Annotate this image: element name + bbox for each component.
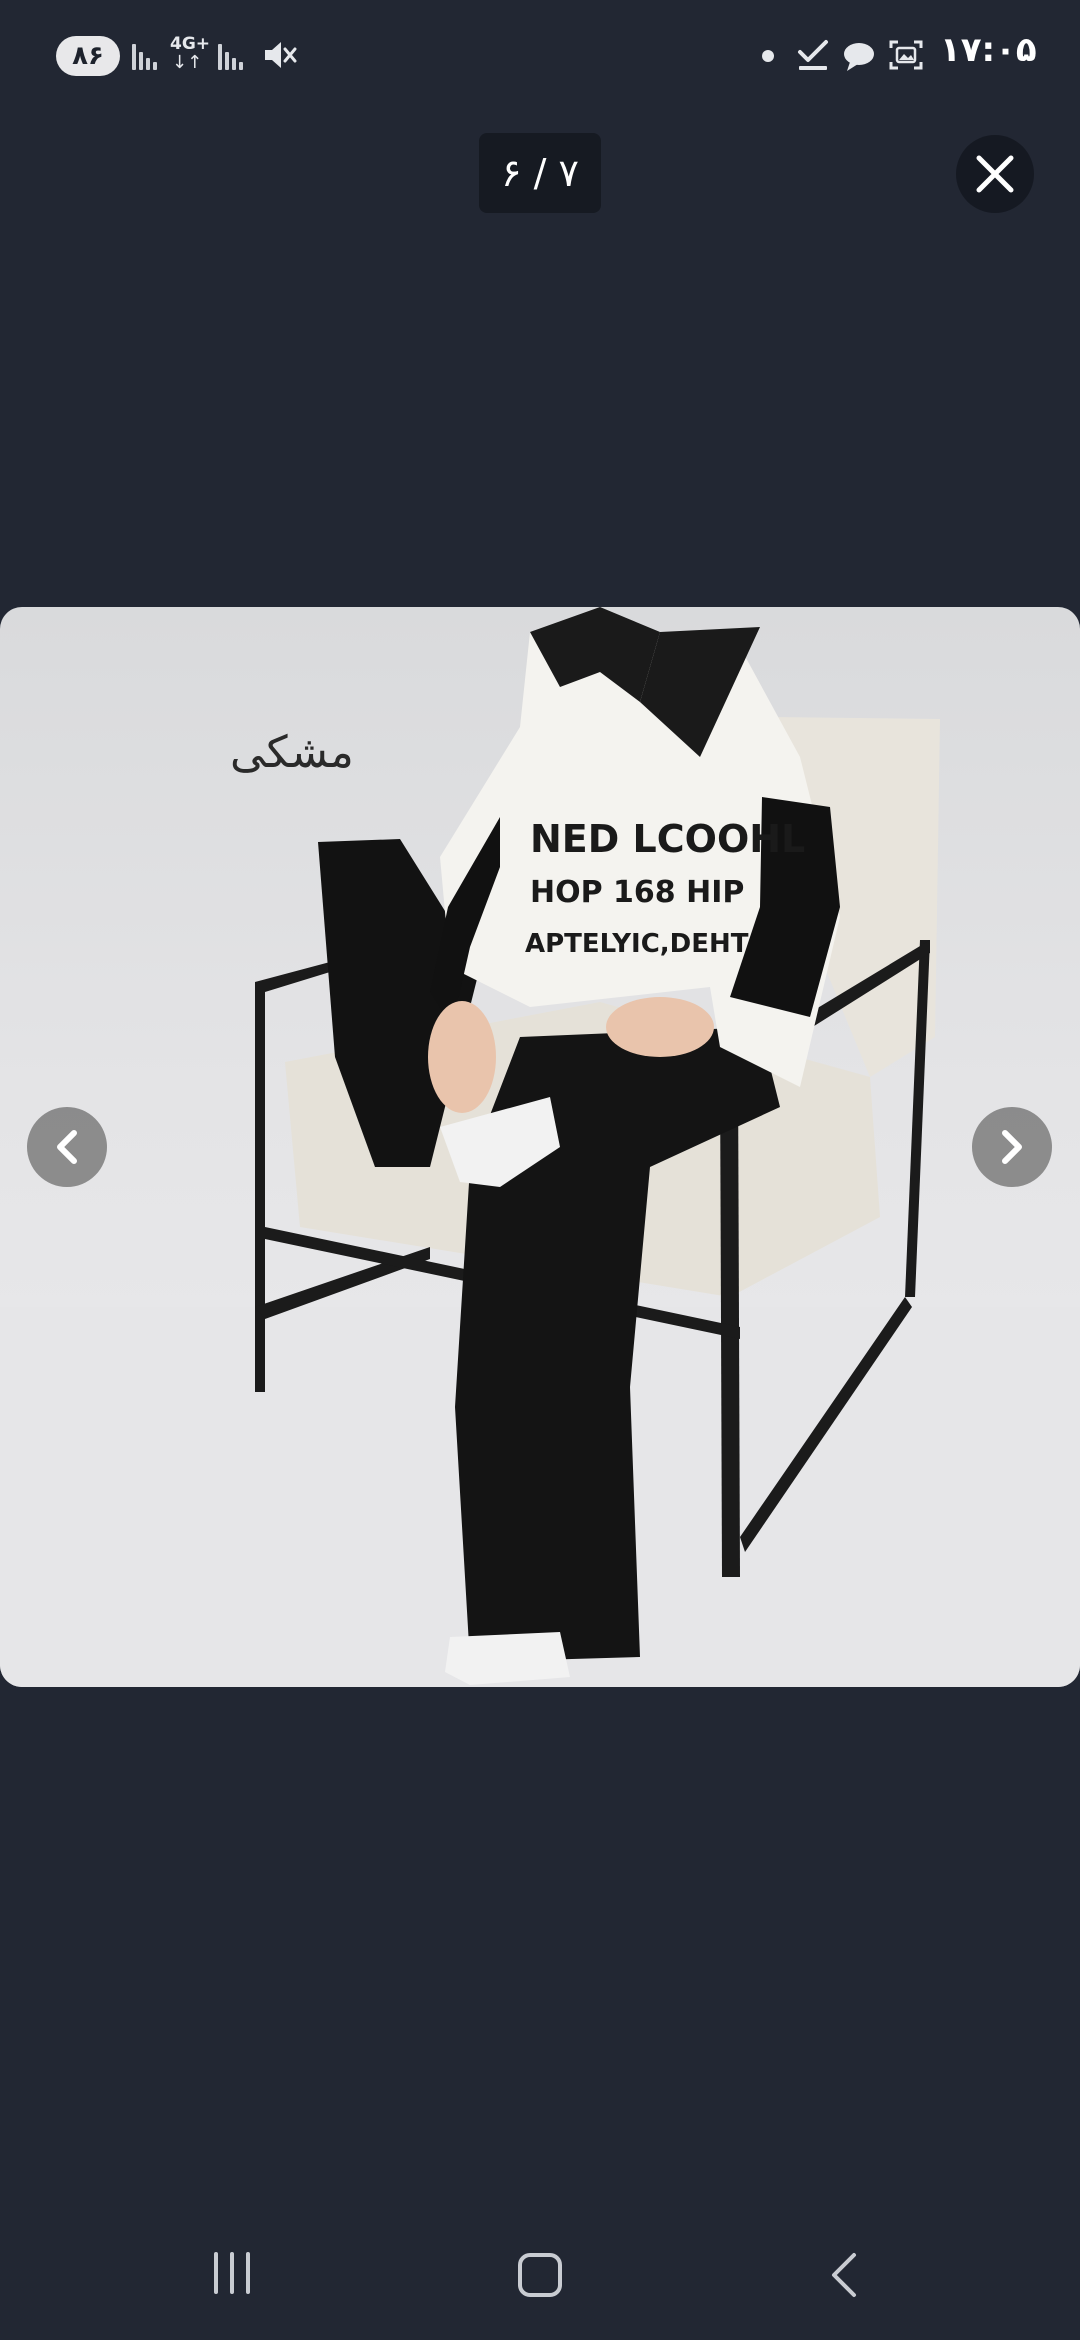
clock: ۱۷:۰۵ <box>940 30 1037 70</box>
previous-image-button[interactable] <box>27 1107 107 1187</box>
recent-apps-button[interactable] <box>214 2252 260 2296</box>
product-illustration: NED LCOOHL HOP 168 HIP APTELYIC,DEHT <box>0 607 1080 1687</box>
download-done-icon <box>798 40 828 70</box>
data-transfer-icon: ↓↑ <box>172 52 203 73</box>
battery-indicator: ۸۶ <box>56 36 120 76</box>
home-button[interactable] <box>518 2253 562 2297</box>
chevron-left-icon <box>57 1130 77 1164</box>
status-bar: ۸۶ 4G+ ↓↑ ۱۷:۰۵ <box>0 0 1080 110</box>
svg-text:APTELYIC,DEHT: APTELYIC,DEHT <box>525 929 749 959</box>
close-icon <box>976 155 1014 193</box>
svg-text:HOP 168 HIP: HOP 168 HIP <box>530 875 744 910</box>
signal-icon-2 <box>218 38 243 70</box>
chevron-right-icon <box>1002 1130 1022 1164</box>
product-photo[interactable]: NED LCOOHL HOP 168 HIP APTELYIC,DEHT مشک… <box>0 607 1080 1687</box>
screenshot-icon <box>889 40 923 70</box>
color-caption: مشکی <box>230 727 354 778</box>
svg-text:NED LCOOHL: NED LCOOHL <box>530 817 805 861</box>
notification-dot-icon <box>762 50 774 62</box>
message-icon <box>844 43 874 71</box>
next-image-button[interactable] <box>972 1107 1052 1187</box>
signal-icon <box>132 38 157 70</box>
back-button[interactable] <box>826 2250 862 2300</box>
system-navigation-bar <box>0 2220 1080 2330</box>
network-type-label: 4G+ <box>170 34 211 54</box>
mute-icon <box>265 42 297 68</box>
image-counter: ۶ / ۷ <box>479 133 601 213</box>
close-button[interactable] <box>956 135 1034 213</box>
